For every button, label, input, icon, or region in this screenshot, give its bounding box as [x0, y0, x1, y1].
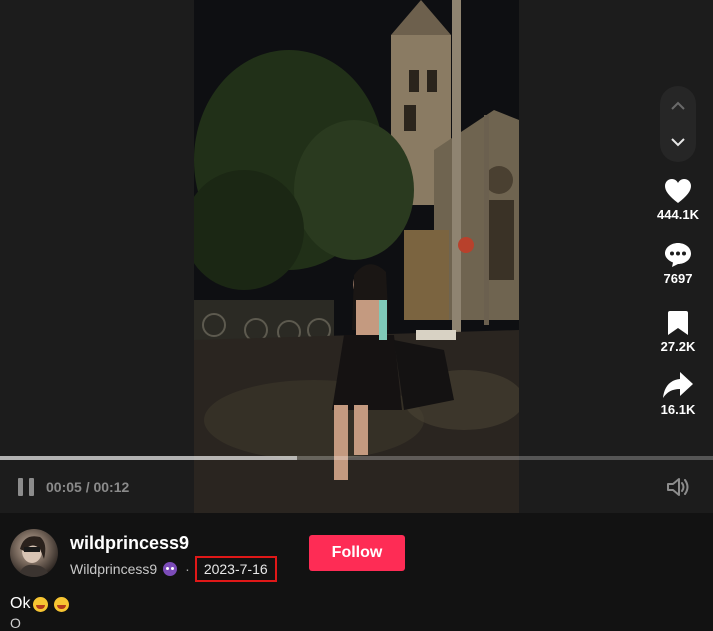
author-subline: Wildprincess9 · 2023-7-16 — [70, 556, 277, 582]
caption-text: Ok — [10, 595, 31, 612]
caption: Ok — [10, 595, 70, 613]
caption-partial-line: O — [10, 615, 21, 631]
separator-dot: · — [185, 561, 190, 577]
devil-emoji-icon — [163, 562, 178, 576]
video-player: 00:05 / 00:12 444.1K 7697 27.2K 16.1K — [0, 0, 713, 513]
post-info: wildprincess9 Wildprincess9 · 2023-7-16 … — [0, 513, 713, 631]
chevron-up-icon[interactable] — [660, 88, 696, 124]
comment-icon[interactable] — [664, 242, 692, 268]
save-action: 27.2K — [646, 310, 710, 354]
laughing-emoji-icon — [33, 596, 49, 612]
author-username[interactable]: wildprincess9 — [70, 533, 189, 554]
time-display: 00:05 / 00:12 — [46, 479, 130, 495]
progress-bar[interactable] — [0, 456, 713, 460]
pause-icon[interactable] — [16, 476, 38, 498]
progress-fill — [0, 456, 298, 460]
bookmark-icon[interactable] — [667, 310, 689, 336]
volume-icon[interactable] — [665, 476, 691, 498]
comment-action: 7697 — [646, 242, 710, 286]
author-nickname: Wildprincess9 — [70, 561, 158, 577]
comment-count: 7697 — [663, 271, 693, 286]
video-nav — [660, 86, 696, 162]
like-action: 444.1K — [646, 178, 710, 222]
share-action: 16.1K — [646, 371, 710, 417]
share-count: 16.1K — [660, 402, 696, 417]
avatar[interactable] — [10, 529, 58, 577]
video-frame[interactable] — [194, 0, 519, 513]
heart-icon[interactable] — [664, 178, 692, 204]
follow-button[interactable]: Follow — [309, 535, 405, 571]
share-icon[interactable] — [662, 371, 694, 399]
like-count: 444.1K — [657, 207, 699, 222]
post-date: 2023-7-16 — [194, 556, 277, 582]
laughing-emoji-icon — [54, 596, 70, 612]
save-count: 27.2K — [660, 339, 696, 354]
chevron-down-icon[interactable] — [660, 124, 696, 160]
video-scene — [194, 0, 519, 513]
